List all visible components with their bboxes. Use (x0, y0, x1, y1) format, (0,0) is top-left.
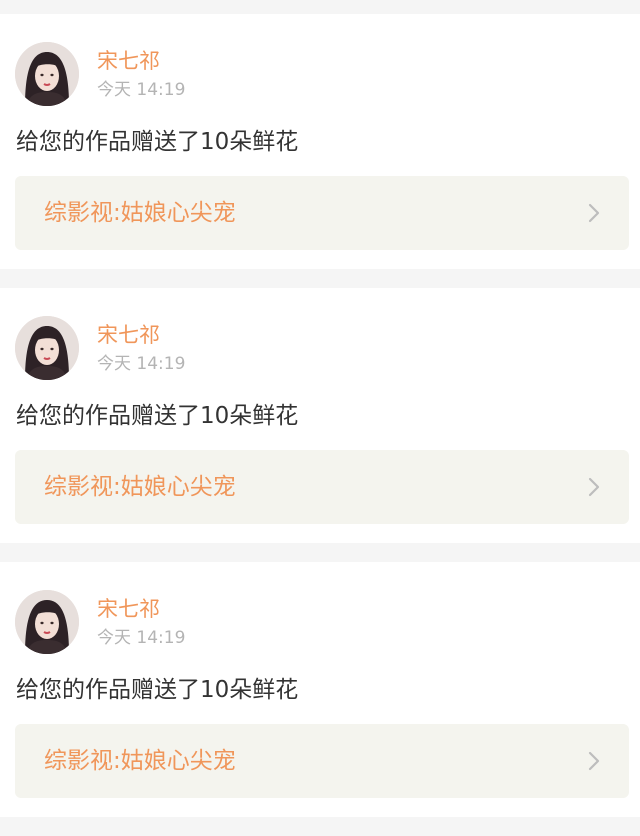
avatar-image (15, 316, 79, 380)
top-spacer (0, 0, 640, 14)
chevron-right-icon (588, 477, 600, 497)
work-title: 综影视:姑娘心尖宠 (44, 748, 236, 774)
avatar-image (15, 42, 79, 106)
chevron-right-icon (588, 203, 600, 223)
notification-message: 给您的作品赠送了10朵鲜花 (16, 403, 299, 429)
timestamp: 今天 14:19 (97, 628, 186, 648)
avatar[interactable] (15, 590, 79, 654)
timestamp: 今天 14:19 (97, 354, 186, 374)
work-title: 综影视:姑娘心尖宠 (44, 474, 236, 500)
username[interactable]: 宋七祁 (97, 48, 160, 74)
notification-card: 宋七祁 今天 14:19 给您的作品赠送了10朵鲜花 综影视:姑娘心尖宠 (0, 562, 640, 817)
work-link-card[interactable]: 综影视:姑娘心尖宠 (15, 176, 629, 250)
chevron-right-icon (588, 751, 600, 771)
notification-message: 给您的作品赠送了10朵鲜花 (16, 129, 299, 155)
timestamp: 今天 14:19 (97, 80, 186, 100)
card-divider (0, 543, 640, 562)
avatar[interactable] (15, 42, 79, 106)
notification-card: 宋七祁 今天 14:19 给您的作品赠送了10朵鲜花 综影视:姑娘心尖宠 (0, 14, 640, 269)
avatar[interactable] (15, 316, 79, 380)
username[interactable]: 宋七祁 (97, 596, 160, 622)
username[interactable]: 宋七祁 (97, 322, 160, 348)
work-link-card[interactable]: 综影视:姑娘心尖宠 (15, 450, 629, 524)
avatar-image (15, 590, 79, 654)
work-link-card[interactable]: 综影视:姑娘心尖宠 (15, 724, 629, 798)
notification-message: 给您的作品赠送了10朵鲜花 (16, 677, 299, 703)
card-divider (0, 269, 640, 288)
notification-card: 宋七祁 今天 14:19 给您的作品赠送了10朵鲜花 综影视:姑娘心尖宠 (0, 288, 640, 543)
work-title: 综影视:姑娘心尖宠 (44, 200, 236, 226)
